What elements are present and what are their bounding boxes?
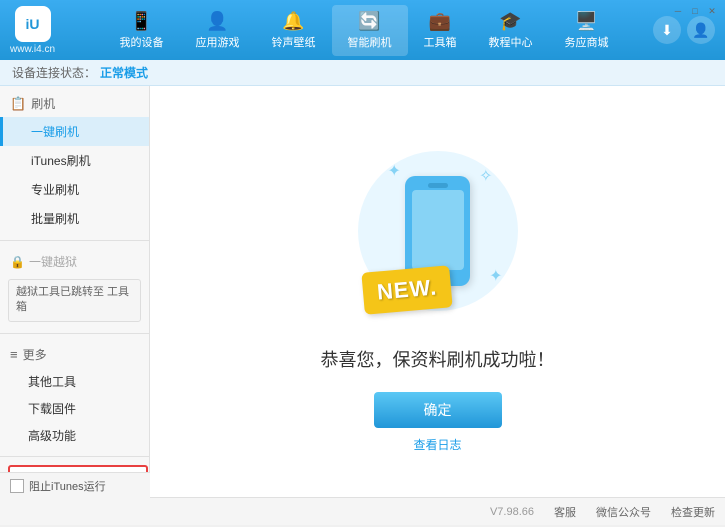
sidebar-divider-1 bbox=[0, 240, 149, 241]
warning-box: 越狱工具已跳转至 工具箱 bbox=[8, 279, 141, 322]
warning-text: 越狱工具已跳转至 工具箱 bbox=[16, 286, 129, 313]
business-icon: 🖥️ bbox=[575, 11, 597, 32]
logo-icon: iU bbox=[15, 6, 51, 42]
flash-section-label: 刷机 bbox=[31, 95, 55, 112]
more-section-header: ≡ 更多 bbox=[0, 341, 149, 368]
view-log-link[interactable]: 查看日志 bbox=[413, 436, 461, 453]
pro-flash-label: 专业刷机 bbox=[31, 183, 79, 197]
my-device-icon: 📱 bbox=[130, 11, 152, 32]
header: iU www.i4.cn 📱 我的设备 👤 应用游戏 🔔 铃声壁纸 🔄 智能刷机 bbox=[0, 0, 725, 60]
nav-my-device[interactable]: 📱 我的设备 bbox=[104, 5, 180, 56]
sidebar-divider-3 bbox=[0, 456, 149, 457]
main-layout: 📋 刷机 一键刷机 iTunes刷机 专业刷机 批量刷机 bbox=[0, 86, 725, 497]
download-button[interactable]: ⬇ bbox=[653, 16, 681, 44]
sidebar-divider-2 bbox=[0, 333, 149, 334]
nav-bar: 📱 我的设备 👤 应用游戏 🔔 铃声壁纸 🔄 智能刷机 💼 工具箱 🎓 bbox=[75, 5, 653, 56]
nav-ringtone[interactable]: 🔔 铃声壁纸 bbox=[256, 5, 332, 56]
itunes-flash-label: iTunes刷机 bbox=[31, 154, 91, 168]
ringtone-icon: 🔔 bbox=[282, 11, 304, 32]
sparkle-3: ✦ bbox=[489, 266, 502, 286]
phone-screen bbox=[412, 190, 464, 270]
header-right: ⬇ 👤 bbox=[653, 16, 715, 44]
sidebar: 📋 刷机 一键刷机 iTunes刷机 专业刷机 批量刷机 bbox=[0, 86, 150, 497]
nav-ringtone-label: 铃声壁纸 bbox=[272, 34, 316, 50]
tutorial-icon: 🎓 bbox=[499, 11, 521, 32]
app-game-icon: 👤 bbox=[206, 11, 228, 32]
one-key-flash-label: 一键刷机 bbox=[31, 125, 79, 139]
sparkle-1: ✦ bbox=[388, 161, 401, 181]
batch-flash-label: 批量刷机 bbox=[31, 212, 79, 226]
smart-flash-icon: 🔄 bbox=[358, 11, 380, 32]
window-controls: ─ □ ✕ bbox=[671, 4, 719, 18]
jailbreak-icon: 🔒 bbox=[10, 255, 25, 269]
nav-tutorial-label: 教程中心 bbox=[489, 34, 533, 50]
download-firmware-label: 下载固件 bbox=[28, 402, 76, 416]
nav-smart-flash[interactable]: 🔄 智能刷机 bbox=[332, 5, 408, 56]
nav-app-game-label: 应用游戏 bbox=[196, 34, 240, 50]
sparkle-2: ✧ bbox=[479, 166, 492, 186]
other-tools-label: 其他工具 bbox=[28, 375, 76, 389]
logo-subtext: www.i4.cn bbox=[10, 44, 55, 55]
status-prefix: 设备连接状态： bbox=[12, 64, 96, 81]
maximize-button[interactable]: □ bbox=[688, 4, 702, 18]
prevent-itunes-checkbox[interactable] bbox=[10, 479, 24, 493]
jailbreak-section-header: 🔒 一键越狱 bbox=[0, 248, 149, 275]
nav-business[interactable]: 🖥️ 务应商城 bbox=[549, 5, 625, 56]
sidebar-item-download-firmware[interactable]: 下载固件 bbox=[0, 395, 149, 422]
prevent-itunes-bar: 阻止iTunes运行 bbox=[0, 472, 150, 499]
prevent-itunes-label: 阻止iTunes运行 bbox=[29, 478, 106, 494]
nav-app-game[interactable]: 👤 应用游戏 bbox=[180, 5, 256, 56]
user-button[interactable]: 👤 bbox=[687, 16, 715, 44]
sidebar-item-advanced[interactable]: 高级功能 bbox=[0, 422, 149, 449]
sidebar-item-batch-flash[interactable]: 批量刷机 bbox=[0, 204, 149, 233]
jailbreak-label: 一键越狱 bbox=[29, 253, 77, 270]
sidebar-item-pro-flash[interactable]: 专业刷机 bbox=[0, 175, 149, 204]
confirm-button[interactable]: 确定 bbox=[374, 392, 502, 428]
footer: V7.98.66 客服 微信公众号 检查更新 bbox=[0, 497, 725, 525]
nav-my-device-label: 我的设备 bbox=[120, 34, 164, 50]
minimize-button[interactable]: ─ bbox=[671, 4, 685, 18]
success-illustration: ✦ ✧ ✦ NEW. bbox=[348, 131, 528, 331]
logo-text: iU bbox=[26, 16, 40, 32]
nav-business-label: 务应商城 bbox=[565, 34, 609, 50]
status-bar: 设备连接状态： 正常模式 bbox=[0, 60, 725, 86]
jailbreak-section: 🔒 一键越狱 越狱工具已跳转至 工具箱 bbox=[0, 244, 149, 330]
sidebar-item-itunes-flash[interactable]: iTunes刷机 bbox=[0, 146, 149, 175]
success-message: 恭喜您，保资料刷机成功啦！ bbox=[321, 346, 555, 372]
new-badge: NEW. bbox=[361, 265, 453, 315]
status-value: 正常模式 bbox=[100, 64, 148, 81]
close-button[interactable]: ✕ bbox=[705, 4, 719, 18]
advanced-label: 高级功能 bbox=[28, 429, 76, 443]
nav-toolbox[interactable]: 💼 工具箱 bbox=[408, 5, 473, 56]
more-label: 更多 bbox=[23, 346, 47, 363]
toolbox-icon: 💼 bbox=[429, 11, 451, 32]
footer-wechat[interactable]: 微信公众号 bbox=[596, 504, 651, 520]
phone-notch bbox=[428, 183, 448, 188]
more-icon: ≡ bbox=[10, 347, 18, 362]
nav-smart-flash-label: 智能刷机 bbox=[348, 34, 392, 50]
nav-toolbox-label: 工具箱 bbox=[424, 34, 457, 50]
new-badge-text: NEW. bbox=[375, 274, 437, 304]
flash-section-icon: 📋 bbox=[10, 96, 26, 112]
flash-section: 📋 刷机 一键刷机 iTunes刷机 专业刷机 批量刷机 bbox=[0, 86, 149, 237]
sidebar-item-other-tools[interactable]: 其他工具 bbox=[0, 368, 149, 395]
footer-version: V7.98.66 bbox=[490, 506, 534, 518]
nav-tutorial[interactable]: 🎓 教程中心 bbox=[473, 5, 549, 56]
sidebar-item-one-key-flash[interactable]: 一键刷机 bbox=[0, 117, 149, 146]
footer-customer-service[interactable]: 客服 bbox=[554, 504, 576, 520]
flash-section-header: 📋 刷机 bbox=[0, 90, 149, 117]
logo: iU www.i4.cn bbox=[10, 6, 55, 55]
footer-check-update[interactable]: 检查更新 bbox=[671, 504, 715, 520]
content-area: ✦ ✧ ✦ NEW. 恭喜您，保资料刷机成功啦！ bbox=[150, 86, 725, 497]
more-section: ≡ 更多 其他工具 下载固件 高级功能 bbox=[0, 337, 149, 453]
